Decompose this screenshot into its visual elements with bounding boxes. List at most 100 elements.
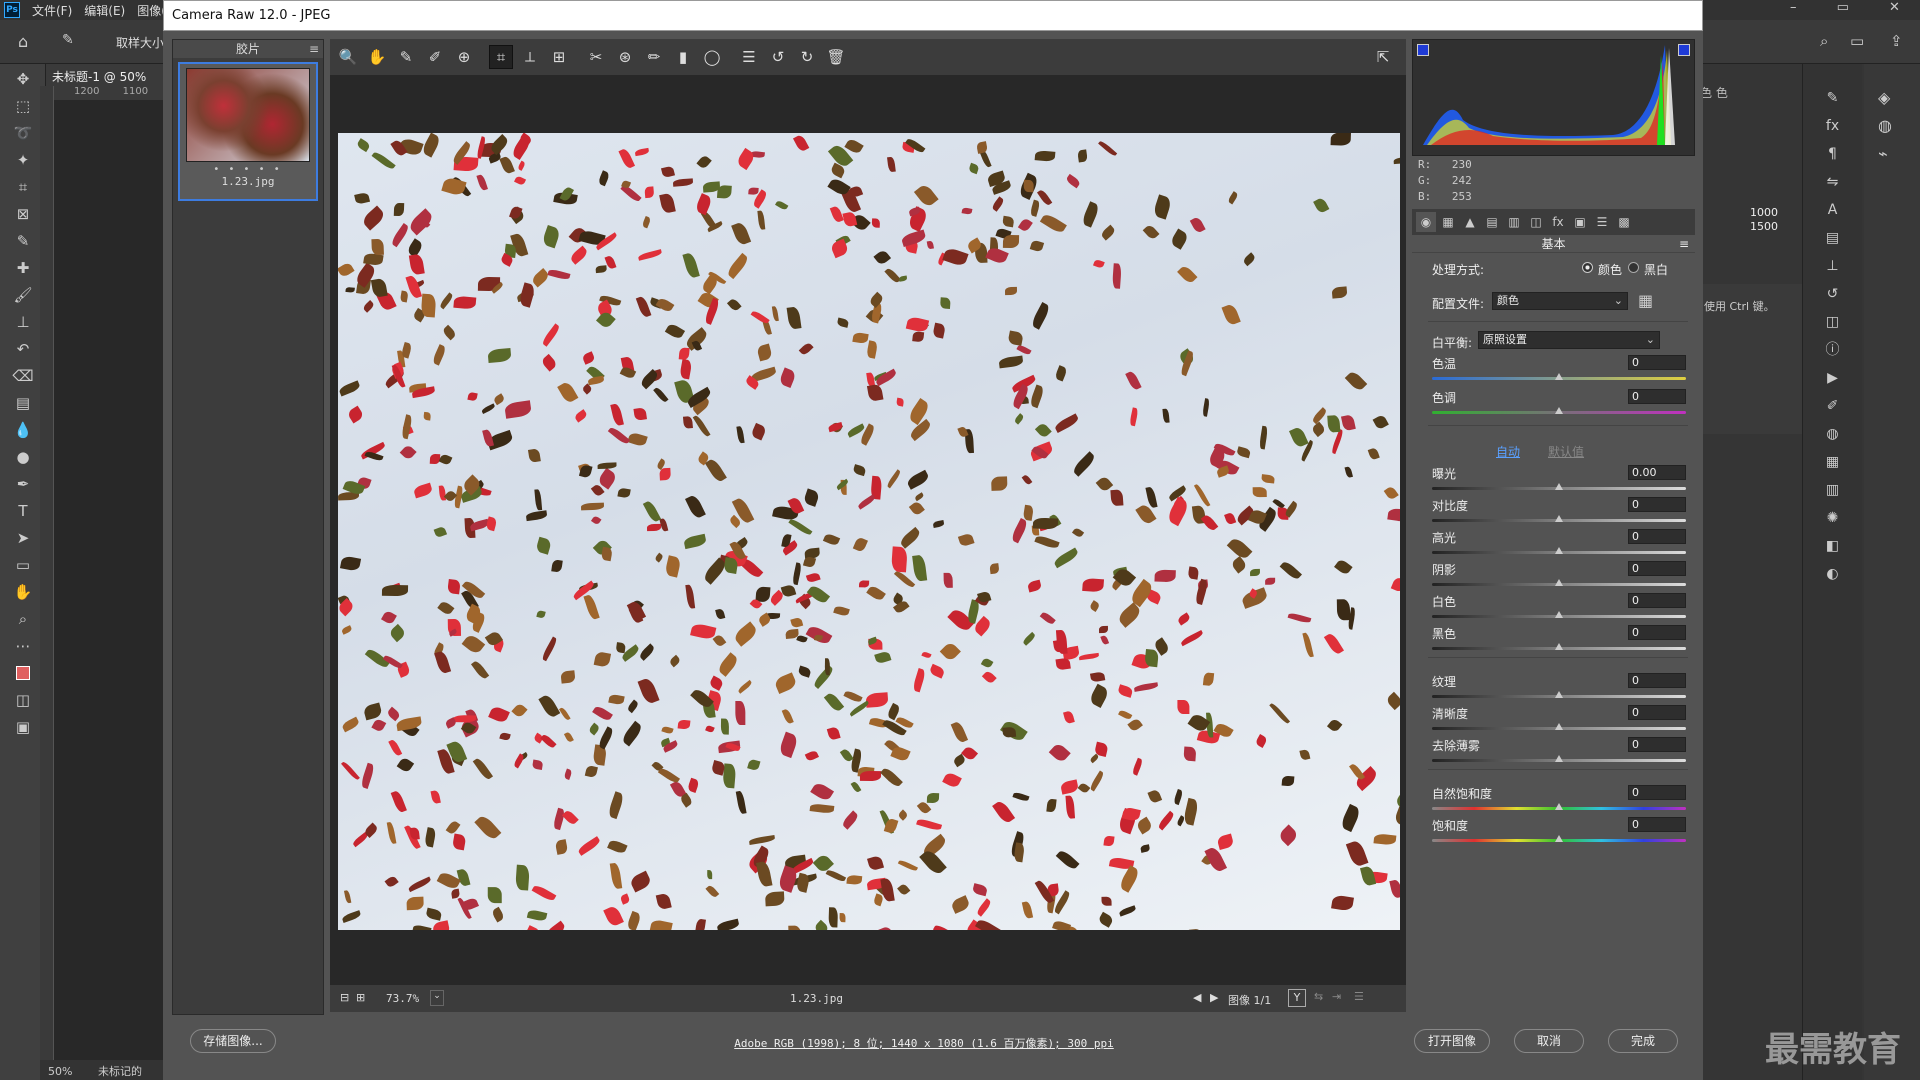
layers-icon[interactable]: ◈ bbox=[1878, 84, 1906, 112]
paths-panel-icon[interactable]: ⌁ bbox=[1878, 140, 1906, 168]
adjustment-brush-icon[interactable]: ✏ bbox=[642, 45, 666, 69]
panel-tab-2-icon[interactable]: ▦ bbox=[1438, 212, 1458, 232]
panel-tab-7-icon[interactable]: fx bbox=[1548, 212, 1568, 232]
notes-icon[interactable]: ▥ bbox=[1815, 476, 1850, 504]
slider-handle[interactable] bbox=[1555, 483, 1563, 490]
panel-tab-3-icon[interactable]: ▲ bbox=[1460, 212, 1480, 232]
slider-value-input[interactable]: 0 bbox=[1628, 625, 1686, 640]
panel-tab-9-icon[interactable]: ☰ bbox=[1592, 212, 1612, 232]
slider-value-input[interactable]: 0 bbox=[1628, 737, 1686, 752]
straighten-icon[interactable]: ⟂ bbox=[518, 45, 542, 69]
slider-value-input[interactable]: 0 bbox=[1628, 817, 1686, 832]
slider-handle[interactable] bbox=[1555, 547, 1563, 554]
channels-icon[interactable]: ◫ bbox=[1815, 308, 1850, 336]
shape-tool-icon[interactable]: ▭ bbox=[8, 553, 38, 577]
presets-icon[interactable]: ☰ bbox=[737, 45, 761, 69]
adjustments-icon[interactable]: ⇋ bbox=[1815, 168, 1850, 196]
white-balance-icon[interactable]: ✎ bbox=[394, 45, 418, 69]
panel-tab-4-icon[interactable]: ▤ bbox=[1482, 212, 1502, 232]
slider-handle[interactable] bbox=[1555, 611, 1563, 618]
slider-handle[interactable] bbox=[1555, 373, 1563, 380]
slider-value-input[interactable]: 0 bbox=[1628, 705, 1686, 720]
pen-tool-icon[interactable]: ✒ bbox=[8, 472, 38, 496]
eyedropper-icon[interactable]: ✎ bbox=[8, 229, 38, 253]
rating-stars[interactable]: • • • • • bbox=[184, 164, 312, 175]
history-icon[interactable]: ↺ bbox=[1815, 280, 1850, 308]
channels-panel-icon[interactable]: ◍ bbox=[1878, 112, 1906, 140]
menu-file[interactable]: 文件(F) bbox=[26, 2, 78, 19]
glyphs-icon[interactable]: ✺ bbox=[1815, 504, 1850, 532]
target-adjust-icon[interactable]: ⊕ bbox=[452, 45, 476, 69]
preview-prefs-icon[interactable]: ☰ bbox=[1354, 990, 1364, 1003]
timeline-icon[interactable]: ◐ bbox=[1815, 560, 1850, 588]
cancel-button[interactable]: 取消 bbox=[1514, 1029, 1584, 1053]
color-sampler-icon[interactable]: ✐ bbox=[423, 45, 447, 69]
slider-handle[interactable] bbox=[1555, 515, 1563, 522]
open-image-button[interactable]: 打开图像 bbox=[1414, 1029, 1490, 1053]
blur-tool-icon[interactable]: 💧 bbox=[8, 418, 38, 442]
type-tool-icon[interactable]: T bbox=[8, 499, 38, 523]
stamp-tool-icon[interactable]: ⊥ bbox=[8, 310, 38, 334]
rotate-right-icon[interactable]: ↻ bbox=[795, 45, 819, 69]
slider-handle[interactable] bbox=[1555, 407, 1563, 414]
slider-handle[interactable] bbox=[1555, 755, 1563, 762]
status-doc-info[interactable]: 未标记的 bbox=[98, 1065, 142, 1078]
character-icon[interactable]: A bbox=[1815, 196, 1850, 224]
spot-removal-icon[interactable]: ✂ bbox=[584, 45, 608, 69]
slider-value-input[interactable]: 0 bbox=[1628, 497, 1686, 512]
treatment-color-radio[interactable] bbox=[1582, 262, 1593, 273]
swap-settings-icon[interactable]: ⇆ bbox=[1314, 990, 1323, 1003]
auto-link[interactable]: 自动 bbox=[1496, 443, 1520, 460]
slider-handle[interactable] bbox=[1555, 723, 1563, 730]
menu-edit[interactable]: 编辑(E) bbox=[78, 2, 131, 19]
minimize-icon[interactable]: – bbox=[1790, 0, 1797, 20]
slider-value-input[interactable]: 0 bbox=[1628, 593, 1686, 608]
share-icon[interactable]: ⇪ bbox=[1890, 32, 1903, 50]
gradient-tool-icon[interactable]: ▤ bbox=[8, 391, 38, 415]
panel-tab-10-icon[interactable]: ▩ bbox=[1614, 212, 1634, 232]
more-tools-icon[interactable]: ⋯ bbox=[8, 634, 38, 658]
toggle-fullscreen-icon[interactable]: ⇱ bbox=[1371, 45, 1395, 69]
zoom-dropdown-icon[interactable]: ⌄ bbox=[430, 990, 444, 1006]
slider-value-input[interactable]: 0 bbox=[1628, 529, 1686, 544]
document-tab[interactable]: 未标题-1 @ 50% (1, bbox=[46, 64, 166, 99]
trash-icon[interactable]: 🗑 bbox=[824, 45, 848, 69]
dodge-tool-icon[interactable]: ● bbox=[8, 445, 38, 469]
panel-tab-labels[interactable]: 色 色 bbox=[1700, 84, 1728, 101]
eraser-tool-icon[interactable]: ⌫ bbox=[8, 364, 38, 388]
save-image-button[interactable]: 存储图像... bbox=[190, 1029, 276, 1053]
screen-mode-icon[interactable]: ▣ bbox=[8, 715, 38, 739]
workflow-options-link[interactable]: Adobe RGB (1998); 8 位; 1440 x 1080 (1.6 … bbox=[724, 1035, 1124, 1051]
zoom-out-icon[interactable]: ⊟ bbox=[340, 991, 349, 1004]
crop-icon[interactable]: ⌗ bbox=[489, 45, 513, 69]
graduated-filter-icon[interactable]: ▮ bbox=[671, 45, 695, 69]
radial-filter-icon[interactable]: ◯ bbox=[700, 45, 724, 69]
panel-tab-8-icon[interactable]: ▣ bbox=[1570, 212, 1590, 232]
frame-tool-icon[interactable]: ⊠ bbox=[8, 202, 38, 226]
rotate-left-icon[interactable]: ↺ bbox=[766, 45, 790, 69]
zoom-icon[interactable]: 🔍 bbox=[336, 45, 360, 69]
magic-wand-tool-icon[interactable]: ✦ bbox=[8, 148, 38, 172]
hand-icon[interactable]: ✋ bbox=[365, 45, 389, 69]
treatment-bw-radio[interactable] bbox=[1628, 262, 1639, 273]
zoom-tool-icon[interactable]: ⌕ bbox=[8, 607, 38, 631]
filmstrip-menu-icon[interactable]: ≡ bbox=[309, 40, 319, 58]
table-icon[interactable]: ▦ bbox=[1815, 448, 1850, 476]
copy-settings-icon[interactable]: ⇥ bbox=[1332, 990, 1341, 1003]
3d-icon[interactable]: ◧ bbox=[1815, 532, 1850, 560]
zoom-level[interactable]: 73.7% bbox=[386, 992, 419, 1005]
slider-handle[interactable] bbox=[1555, 643, 1563, 650]
slider-handle[interactable] bbox=[1555, 579, 1563, 586]
prev-image-icon[interactable]: ◀ bbox=[1193, 991, 1201, 1004]
slider-value-input[interactable]: 0 bbox=[1628, 561, 1686, 576]
quick-mask-icon[interactable]: ◫ bbox=[8, 688, 38, 712]
slider-value-input[interactable]: 0 bbox=[1628, 389, 1686, 404]
zoom-in-icon[interactable]: ⊞ bbox=[356, 991, 365, 1004]
before-after-button[interactable]: Y bbox=[1288, 989, 1306, 1007]
healing-brush-icon[interactable]: ✚ bbox=[8, 256, 38, 280]
move-tool-icon[interactable]: ✥ bbox=[8, 67, 38, 91]
red-eye-icon[interactable]: ⊛ bbox=[613, 45, 637, 69]
styles-icon[interactable]: fx bbox=[1815, 112, 1850, 140]
filmstrip-thumbnail[interactable]: • • • • • 1.23.jpg bbox=[178, 62, 318, 201]
white-balance-select[interactable]: 原照设置 ⌄ bbox=[1478, 331, 1660, 349]
